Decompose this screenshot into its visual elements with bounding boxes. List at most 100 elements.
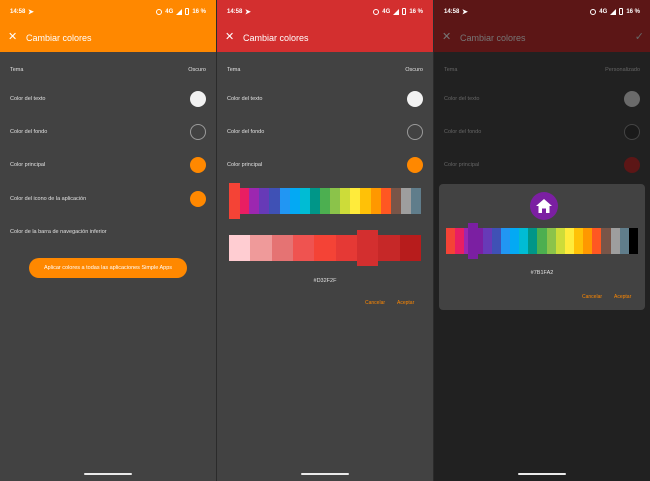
dnd-icon	[590, 8, 597, 15]
color-swatch[interactable]	[319, 188, 331, 214]
app-icon-color-row[interactable]: Color del icono de la aplicación	[0, 184, 216, 214]
apply-all-apps-button[interactable]: Aplicar colores a todas las aplicaciones…	[29, 258, 187, 278]
hue-selection-indicator[interactable]	[229, 183, 240, 219]
color-swatch[interactable]	[289, 188, 300, 214]
color-swatch[interactable]	[370, 188, 381, 214]
color-swatch[interactable]	[390, 188, 401, 214]
close-icon[interactable]: ✕	[225, 31, 234, 43]
color-swatch[interactable]	[400, 188, 411, 214]
color-swatch[interactable]	[482, 228, 492, 254]
color-swatch[interactable]	[292, 235, 315, 261]
color-swatch[interactable]	[249, 188, 260, 214]
color-swatch[interactable]	[250, 235, 272, 261]
hue-palette[interactable]	[229, 188, 422, 214]
app-icon-preview	[530, 192, 558, 220]
palette-selection-indicator[interactable]	[468, 223, 478, 259]
primary-color-row[interactable]: Color principal	[434, 150, 650, 180]
text-color-row[interactable]: Color del texto	[434, 84, 650, 114]
color-swatch[interactable]	[455, 228, 465, 254]
primary-color-swatch[interactable]	[407, 157, 423, 173]
close-icon[interactable]: ✕	[442, 31, 451, 43]
theme-row[interactable]: Tema Oscuro	[0, 55, 216, 85]
background-color-row[interactable]: Color del fondo	[0, 117, 216, 147]
primary-color-row[interactable]: Color principal	[0, 150, 216, 180]
primary-color-swatch[interactable]	[624, 157, 640, 173]
color-swatch[interactable]	[410, 188, 422, 214]
color-swatch[interactable]	[279, 188, 290, 214]
text-color-row[interactable]: Color del texto	[217, 84, 433, 114]
color-swatch[interactable]	[330, 188, 341, 214]
dnd-icon	[373, 8, 380, 15]
color-swatch[interactable]	[229, 235, 251, 261]
shade-selection-indicator[interactable]	[357, 230, 378, 266]
color-swatch[interactable]	[340, 188, 351, 214]
color-swatch[interactable]	[564, 228, 574, 254]
primary-color-label: Color principal	[227, 162, 263, 168]
app-bar: ✕ Cambiar colores	[217, 24, 433, 52]
gesture-bar[interactable]	[84, 473, 132, 475]
screen-1: 14:58 ➤ 4G 16 % ✕ Cambiar colores Tema O…	[0, 0, 216, 481]
color-swatch[interactable]	[380, 188, 391, 214]
signal-icon	[393, 8, 400, 15]
status-icons: 4G 16 %	[373, 8, 423, 15]
color-swatch[interactable]	[259, 188, 270, 214]
color-swatch[interactable]	[573, 228, 584, 254]
gesture-bar[interactable]	[301, 473, 349, 475]
color-swatch[interactable]	[239, 188, 250, 214]
color-swatch[interactable]	[399, 235, 421, 261]
color-swatch[interactable]	[335, 235, 357, 261]
color-swatch[interactable]	[509, 228, 520, 254]
text-color-swatch[interactable]	[407, 91, 423, 107]
primary-color-row[interactable]: Color principal	[217, 150, 433, 180]
color-swatch[interactable]	[546, 228, 556, 254]
hex-value: #7B1FA2	[530, 270, 554, 276]
background-color-swatch[interactable]	[624, 124, 640, 140]
battery-label: 16 %	[192, 8, 206, 15]
color-swatch[interactable]	[360, 188, 371, 214]
color-swatch[interactable]	[528, 228, 538, 254]
background-color-row[interactable]: Color del fondo	[217, 117, 433, 147]
color-swatch[interactable]	[309, 188, 320, 214]
color-swatch[interactable]	[619, 228, 629, 254]
background-color-swatch[interactable]	[190, 124, 206, 140]
color-swatch[interactable]	[491, 228, 501, 254]
accept-button[interactable]: Aceptar	[397, 300, 414, 306]
color-swatch[interactable]	[537, 228, 547, 254]
theme-row[interactable]: Tema Oscuro	[217, 55, 433, 85]
navbar-color-row[interactable]: Color de la barra de navegación inferior	[0, 217, 216, 247]
theme-row[interactable]: Tema Personalizado	[434, 55, 650, 85]
shade-palette[interactable]	[229, 235, 421, 261]
color-swatch[interactable]	[555, 228, 565, 254]
color-swatch[interactable]	[628, 228, 638, 254]
color-swatch[interactable]	[446, 228, 456, 254]
gesture-bar[interactable]	[518, 473, 566, 475]
color-swatch[interactable]	[299, 188, 310, 214]
text-color-row[interactable]: Color del texto	[0, 84, 216, 114]
color-swatch[interactable]	[350, 188, 361, 214]
cancel-button[interactable]: Cancelar	[582, 294, 602, 300]
theme-label: Tema	[444, 67, 458, 73]
color-swatch[interactable]	[592, 228, 602, 254]
accept-button[interactable]: Aceptar	[614, 294, 631, 300]
background-color-swatch[interactable]	[407, 124, 423, 140]
status-bar: 14:58 ➤ 4G 16 %	[217, 0, 433, 24]
color-swatch[interactable]	[378, 235, 400, 261]
color-swatch[interactable]	[601, 228, 611, 254]
text-color-swatch[interactable]	[624, 91, 640, 107]
cancel-button[interactable]: Cancelar	[365, 300, 385, 306]
color-swatch[interactable]	[610, 228, 620, 254]
check-icon[interactable]: ✓	[635, 30, 644, 43]
primary-color-label: Color principal	[10, 162, 46, 168]
color-swatch[interactable]	[269, 188, 280, 214]
color-swatch[interactable]	[500, 228, 510, 254]
primary-color-swatch[interactable]	[190, 157, 206, 173]
app-icon-color-swatch[interactable]	[190, 191, 206, 207]
color-swatch[interactable]	[271, 235, 293, 261]
color-swatch[interactable]	[314, 235, 336, 261]
color-swatch[interactable]	[519, 228, 529, 254]
close-icon[interactable]: ✕	[8, 31, 17, 43]
theme-label: Tema	[227, 67, 241, 73]
color-swatch[interactable]	[583, 228, 593, 254]
text-color-swatch[interactable]	[190, 91, 206, 107]
background-color-row[interactable]: Color del fondo	[434, 117, 650, 147]
